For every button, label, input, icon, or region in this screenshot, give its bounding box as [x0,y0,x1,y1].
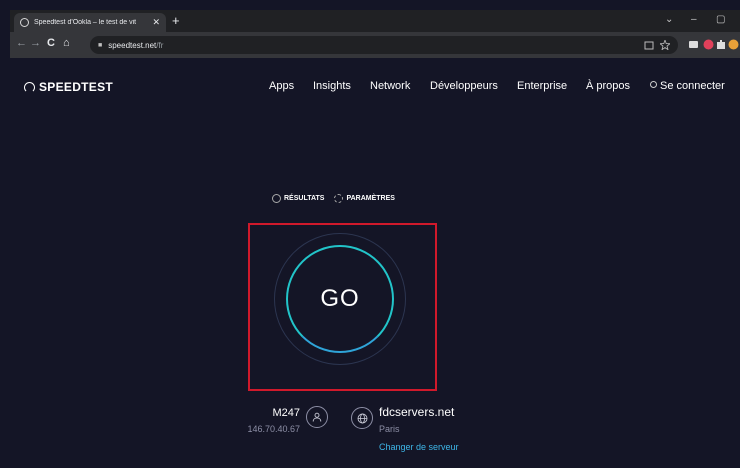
results-link[interactable]: RÉSULTATS [284,195,324,202]
close-tab-icon[interactable]: ✕ [152,17,160,28]
settings-link[interactable]: PARAMÈTRES [346,195,394,202]
forward-button[interactable]: → [30,37,41,49]
check-circle-icon [272,194,281,203]
signin-link[interactable]: Se connecter [650,80,725,92]
screenshot-frame: Speedtest d'Ookla – le test de vit ✕ + ⌄… [0,0,740,468]
tab-strip: Speedtest d'Ookla – le test de vit ✕ + ⌄… [10,10,740,32]
tab-search-icon[interactable]: ⌄ [665,14,673,25]
browser-toolbar: ← → C ⌂ ■ speedtest.net /fr [10,32,740,58]
speedtest-gauge-icon [24,81,35,93]
browser-window: Speedtest d'Ookla – le test de vit ✕ + ⌄… [10,10,740,460]
bookmark-star-icon[interactable] [660,40,670,50]
lock-icon: ■ [98,41,103,49]
profile-avatar[interactable] [728,39,739,50]
nav-insights[interactable]: Insights [313,80,351,92]
url-host: speedtest.net [108,40,157,50]
speedtest-favicon-icon [20,18,29,27]
nav-apps[interactable]: Apps [269,80,294,92]
extension-message-icon[interactable] [688,39,699,50]
browser-tab-speedtest[interactable]: Speedtest d'Ookla – le test de vit ✕ [14,13,166,32]
test-options: RÉSULTATS PARAMÈTRES [272,194,395,203]
share-icon[interactable] [644,40,654,50]
isp-name: M247 [272,407,300,419]
back-button[interactable]: ← [16,37,27,49]
nav-developpeurs[interactable]: Développeurs [430,80,498,92]
go-label: GO [320,285,360,312]
nav-network[interactable]: Network [370,80,410,92]
speedtest-logo[interactable]: SPEEDTEST [24,80,113,94]
new-tab-button[interactable]: + [172,13,180,29]
address-bar[interactable]: ■ speedtest.net /fr [90,36,678,54]
gear-icon [334,194,344,203]
user-icon [650,81,657,88]
maximize-button[interactable]: ▢ [716,14,725,25]
globe-icon [351,407,373,429]
isp-ip-address: 146.70.40.67 [247,424,300,434]
reload-button[interactable]: C [47,37,55,49]
adblock-extension-icon[interactable] [703,39,714,50]
server-name: fdcservers.net [379,405,455,419]
go-button[interactable]: GO [286,245,394,353]
brand-name: SPEEDTEST [39,80,114,94]
minimize-button[interactable]: – [691,14,697,25]
signin-label: Se connecter [660,80,725,92]
url-path: /fr [156,40,164,50]
nav-a-propos[interactable]: À propos [586,80,630,92]
extensions-puzzle-icon[interactable] [715,39,726,50]
nav-enterprise[interactable]: Enterprise [517,80,567,92]
tab-title: Speedtest d'Ookla – le test de vit [34,19,137,26]
change-server-link[interactable]: Changer de serveur [379,442,459,452]
user-provider-icon [306,406,328,428]
server-city: Paris [379,424,400,434]
home-button[interactable]: ⌂ [63,37,70,49]
